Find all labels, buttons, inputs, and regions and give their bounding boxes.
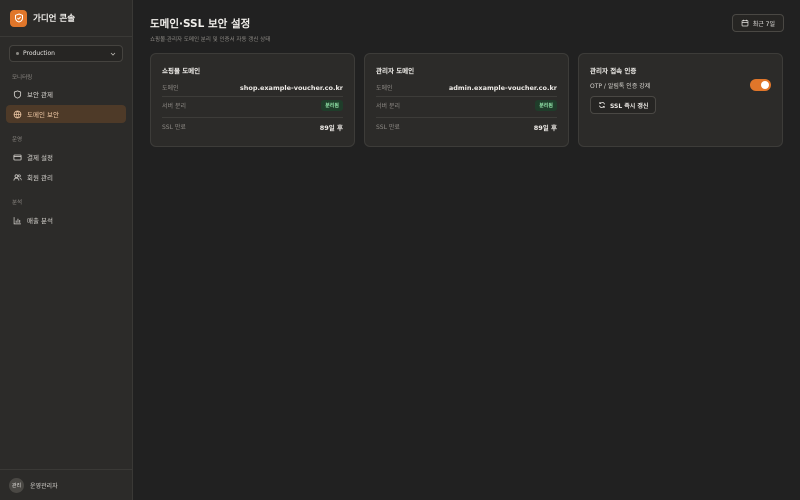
shield-logo-icon xyxy=(10,9,27,27)
refresh-icon xyxy=(598,101,606,109)
sidebar-item-label: 결제 설정 xyxy=(27,154,53,162)
status-badge: 분리됨 xyxy=(321,100,343,111)
toggle-knob xyxy=(761,81,769,89)
date-range-label: 최근 7일 xyxy=(752,20,775,28)
bar-chart-icon xyxy=(12,215,22,225)
globe-shield-icon xyxy=(12,109,22,119)
page-subtitle: 쇼핑몰·관리자 도메인 분리 및 인증서 자동 갱신 상태 xyxy=(150,37,271,43)
sidebar-item-label: 회원 관리 xyxy=(27,174,53,182)
admin-domain-card: 관리자 도메인 도메인 admin.example-voucher.co.kr … xyxy=(364,53,569,147)
ssl-key: SSL 만료 xyxy=(376,124,400,131)
domain-row: 도메인 admin.example-voucher.co.kr xyxy=(376,80,557,95)
card-title: 관리자 도메인 xyxy=(376,67,415,75)
sidebar-item-label: 보안 관제 xyxy=(27,91,53,99)
separation-key: 서버 분리 xyxy=(162,103,186,110)
section-label-monitoring: 모니터링 xyxy=(12,75,33,81)
otp-enforce-toggle[interactable] xyxy=(750,79,771,91)
users-icon xyxy=(12,172,22,182)
shield-icon xyxy=(12,89,22,99)
sidebar-item-sales-analytics[interactable]: 매출 분석 xyxy=(6,211,126,229)
ssl-row: SSL 만료 89일 후 xyxy=(376,119,557,134)
domain-key: 도메인 xyxy=(162,85,179,92)
separation-row: 서버 분리 분리됨 xyxy=(162,98,343,113)
divider xyxy=(162,96,343,97)
sidebar-item-label: 매출 분석 xyxy=(27,217,53,225)
divider xyxy=(162,117,343,118)
shop-domain-card: 쇼핑몰 도메인 도메인 shop.example-voucher.co.kr 서… xyxy=(150,53,355,147)
user-name: 운영관리자 xyxy=(30,482,58,490)
sidebar-item-domain-security[interactable]: 도메인 보안 xyxy=(6,105,126,123)
domain-row: 도메인 shop.example-voucher.co.kr xyxy=(162,80,343,95)
chevron-down-icon xyxy=(110,51,116,57)
sidebar-item-security-monitoring[interactable]: 보안 관제 xyxy=(6,85,126,103)
main-content: 도메인·SSL 보안 설정 쇼핑몰·관리자 도메인 분리 및 인증서 자동 갱신… xyxy=(134,0,800,500)
card-title: 관리자 접속 인증 xyxy=(590,67,637,75)
sidebar-item-payment-settings[interactable]: 결제 설정 xyxy=(6,148,126,166)
status-dot xyxy=(16,52,19,55)
section-label-analytics: 분석 xyxy=(12,200,23,206)
divider xyxy=(376,117,557,118)
sidebar-item-member-management[interactable]: 회원 관리 xyxy=(6,168,126,186)
domain-value: admin.example-voucher.co.kr xyxy=(448,83,557,92)
section-label-operations: 운영 xyxy=(12,137,23,143)
separation-row: 서버 분리 분리됨 xyxy=(376,98,557,113)
ssl-expiry-value: 89일 후 xyxy=(533,123,557,132)
calendar-icon xyxy=(741,19,749,27)
ssl-expiry-value: 89일 후 xyxy=(319,123,343,132)
divider xyxy=(0,36,132,37)
brand[interactable]: 가디언 콘솔 xyxy=(0,0,132,36)
admin-auth-card: 관리자 접속 인증 OTP / 알림톡 인증 강제 SSL 즉시 갱신 xyxy=(578,53,783,147)
status-badge: 분리됨 xyxy=(535,100,557,111)
ssl-row: SSL 만료 89일 후 xyxy=(162,119,343,134)
date-range-button[interactable]: 최근 7일 xyxy=(731,14,784,32)
avatar: 관리 xyxy=(9,477,24,493)
separation-key: 서버 분리 xyxy=(376,103,400,110)
domain-key: 도메인 xyxy=(376,85,393,92)
ssl-renew-button[interactable]: SSL 즉시 갱신 xyxy=(590,96,657,114)
divider xyxy=(376,96,557,97)
page-title: 도메인·SSL 보안 설정 xyxy=(150,18,251,30)
user-profile[interactable]: 관리 운영관리자 xyxy=(0,469,133,500)
environment-label: Production xyxy=(23,50,55,57)
sidebar: 가디언 콘솔 Production 모니터링 보안 관제 도메인 보안 운영 결… xyxy=(0,0,133,500)
sidebar-item-label: 도메인 보안 xyxy=(27,111,59,119)
brand-name: 가디언 콘솔 xyxy=(33,14,76,24)
domain-value: shop.example-voucher.co.kr xyxy=(239,83,343,92)
ssl-renew-label: SSL 즉시 갱신 xyxy=(610,102,649,110)
ssl-key: SSL 만료 xyxy=(162,124,186,131)
otp-enforce-label: OTP / 알림톡 인증 강제 xyxy=(590,83,651,90)
card-title: 쇼핑몰 도메인 xyxy=(162,67,201,75)
credit-card-icon xyxy=(12,152,22,162)
environment-select[interactable]: Production xyxy=(9,45,123,62)
